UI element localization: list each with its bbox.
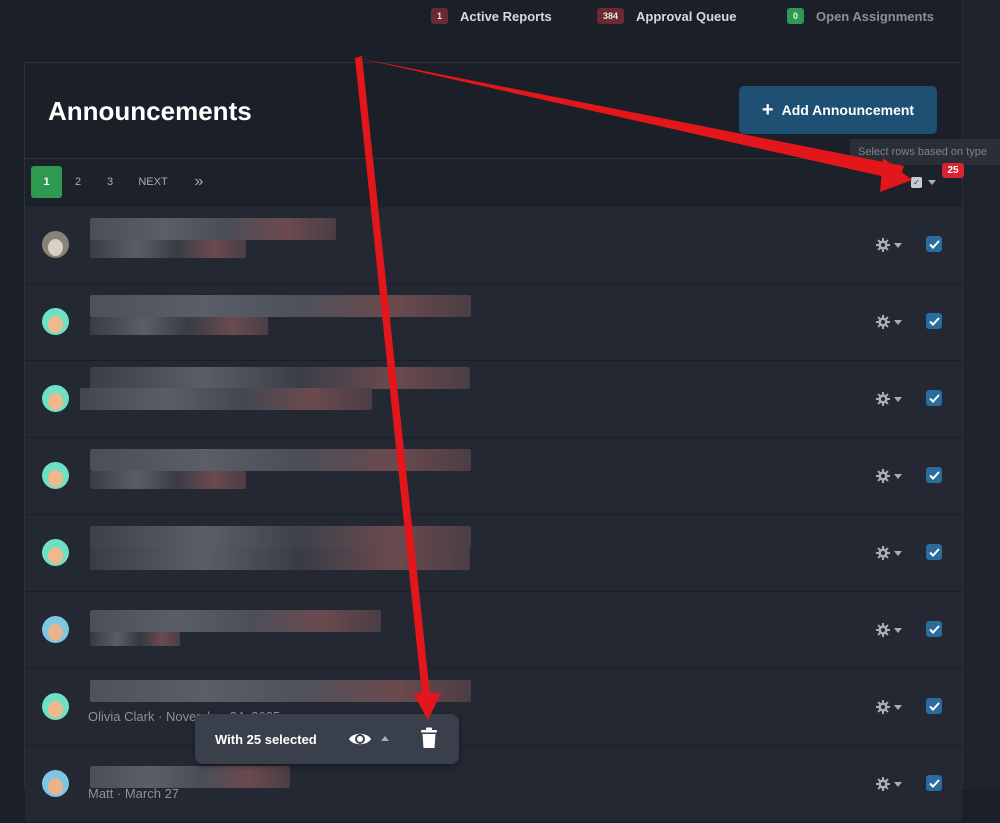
redacted-text bbox=[90, 526, 471, 548]
caret-down-icon bbox=[894, 242, 902, 248]
female-avatar bbox=[42, 308, 69, 335]
page-1[interactable]: 1 bbox=[31, 166, 62, 198]
page-2[interactable]: 2 bbox=[70, 166, 86, 198]
caret-down-icon bbox=[894, 550, 902, 556]
stat-active-reports[interactable]: 1 Active Reports bbox=[431, 8, 552, 24]
announcement-row[interactable]: Olivia Clark · November 24, 2025 bbox=[25, 669, 962, 746]
announcement-row[interactable] bbox=[25, 284, 962, 361]
female-avatar bbox=[42, 385, 69, 412]
caret-down-icon bbox=[894, 781, 902, 787]
page-3[interactable]: 3 bbox=[102, 166, 118, 198]
row-settings-dropdown[interactable] bbox=[876, 622, 908, 638]
announcement-row[interactable]: Matt · March 27 bbox=[25, 746, 962, 823]
redacted-text bbox=[80, 388, 372, 410]
announcement-row[interactable] bbox=[25, 592, 962, 669]
right-scroll-strip bbox=[962, 0, 1000, 790]
checkmark-icon bbox=[928, 778, 940, 788]
last-page-link[interactable]: » bbox=[190, 166, 208, 198]
checkmark-icon bbox=[928, 547, 940, 557]
trash-icon[interactable] bbox=[420, 727, 438, 749]
selected-count-badge: 25 bbox=[942, 163, 964, 178]
announcement-row[interactable] bbox=[25, 361, 962, 438]
redacted-text bbox=[90, 218, 336, 240]
redacted-text bbox=[90, 471, 246, 489]
female-avatar bbox=[42, 539, 69, 566]
row-checkbox[interactable] bbox=[926, 467, 942, 483]
page-title: Announcements bbox=[48, 96, 252, 126]
row-checkbox[interactable] bbox=[926, 621, 942, 637]
caret-down-icon bbox=[894, 704, 902, 710]
row-checkbox[interactable] bbox=[926, 698, 942, 714]
checkmark-icon bbox=[928, 316, 940, 326]
caret-down-icon bbox=[894, 627, 902, 633]
row-settings-dropdown[interactable] bbox=[876, 545, 908, 561]
gear-icon bbox=[876, 392, 890, 406]
checkbox-icon: ✓ bbox=[911, 176, 922, 188]
row-subtext: Matt · March 27 bbox=[88, 786, 180, 801]
male-avatar bbox=[42, 616, 69, 643]
female-avatar bbox=[42, 462, 69, 489]
count-badge: 384 bbox=[597, 8, 625, 24]
row-checkbox[interactable] bbox=[926, 313, 942, 329]
count-badge: 0 bbox=[787, 8, 805, 24]
row-settings-dropdown[interactable] bbox=[876, 237, 908, 253]
selection-label: With 25 selected bbox=[215, 731, 317, 747]
photo-avatar bbox=[42, 231, 69, 258]
checkmark-icon bbox=[928, 393, 940, 403]
checkmark-icon bbox=[928, 239, 940, 249]
redacted-text bbox=[90, 766, 290, 788]
redacted-text bbox=[90, 680, 471, 702]
redacted-text bbox=[90, 449, 471, 471]
announcement-row[interactable] bbox=[25, 207, 962, 284]
stat-label: Active Reports bbox=[460, 8, 552, 24]
left-gutter bbox=[0, 62, 25, 790]
redacted-text bbox=[90, 632, 180, 646]
row-checkbox[interactable] bbox=[926, 236, 942, 252]
gear-icon bbox=[876, 238, 890, 252]
gear-icon bbox=[876, 700, 890, 714]
gear-icon bbox=[876, 546, 890, 560]
add-announcement-button[interactable]: + Add Announcement bbox=[739, 86, 937, 134]
caret-down-icon bbox=[928, 179, 936, 185]
row-checkbox[interactable] bbox=[926, 544, 942, 560]
gear-icon bbox=[876, 777, 890, 791]
select-type-tooltip: Select rows based on type bbox=[850, 139, 1000, 165]
add-button-label: Add Announcement bbox=[781, 102, 915, 118]
count-badge: 1 bbox=[431, 8, 449, 24]
next-page-link[interactable]: NEXT bbox=[136, 166, 170, 198]
row-settings-dropdown[interactable] bbox=[876, 391, 908, 407]
row-settings-dropdown[interactable] bbox=[876, 314, 908, 330]
announcement-row[interactable] bbox=[25, 515, 962, 592]
gear-icon bbox=[876, 469, 890, 483]
row-settings-dropdown[interactable] bbox=[876, 699, 908, 715]
redacted-text bbox=[90, 317, 268, 335]
caret-down-icon bbox=[894, 473, 902, 479]
stat-label: Approval Queue bbox=[636, 8, 737, 24]
redacted-text bbox=[90, 610, 381, 632]
redacted-text bbox=[90, 295, 471, 317]
checkmark-icon bbox=[928, 624, 940, 634]
stat-approval-queue[interactable]: 384 Approval Queue bbox=[597, 8, 736, 24]
announcement-row[interactable] bbox=[25, 438, 962, 515]
row-checkbox[interactable] bbox=[926, 775, 942, 791]
caret-up-icon[interactable] bbox=[381, 736, 389, 741]
caret-down-icon bbox=[894, 319, 902, 325]
stat-open-assignments[interactable]: 0 Open Assignments bbox=[787, 8, 934, 24]
checkmark-icon bbox=[928, 701, 940, 711]
stat-label: Open Assignments bbox=[816, 8, 934, 24]
plus-icon: + bbox=[761, 99, 774, 121]
gear-icon bbox=[876, 315, 890, 329]
selection-action-bar: With 25 selected bbox=[195, 714, 459, 764]
eye-icon[interactable] bbox=[348, 729, 372, 749]
checkmark-icon bbox=[928, 470, 940, 480]
row-checkbox[interactable] bbox=[926, 390, 942, 406]
male-avatar bbox=[42, 770, 69, 797]
redacted-text bbox=[90, 240, 246, 258]
redacted-text bbox=[90, 367, 470, 389]
row-settings-dropdown[interactable] bbox=[876, 468, 908, 484]
redacted-text bbox=[90, 548, 470, 570]
female-avatar bbox=[42, 693, 69, 720]
gear-icon bbox=[876, 623, 890, 637]
caret-down-icon bbox=[894, 396, 902, 402]
